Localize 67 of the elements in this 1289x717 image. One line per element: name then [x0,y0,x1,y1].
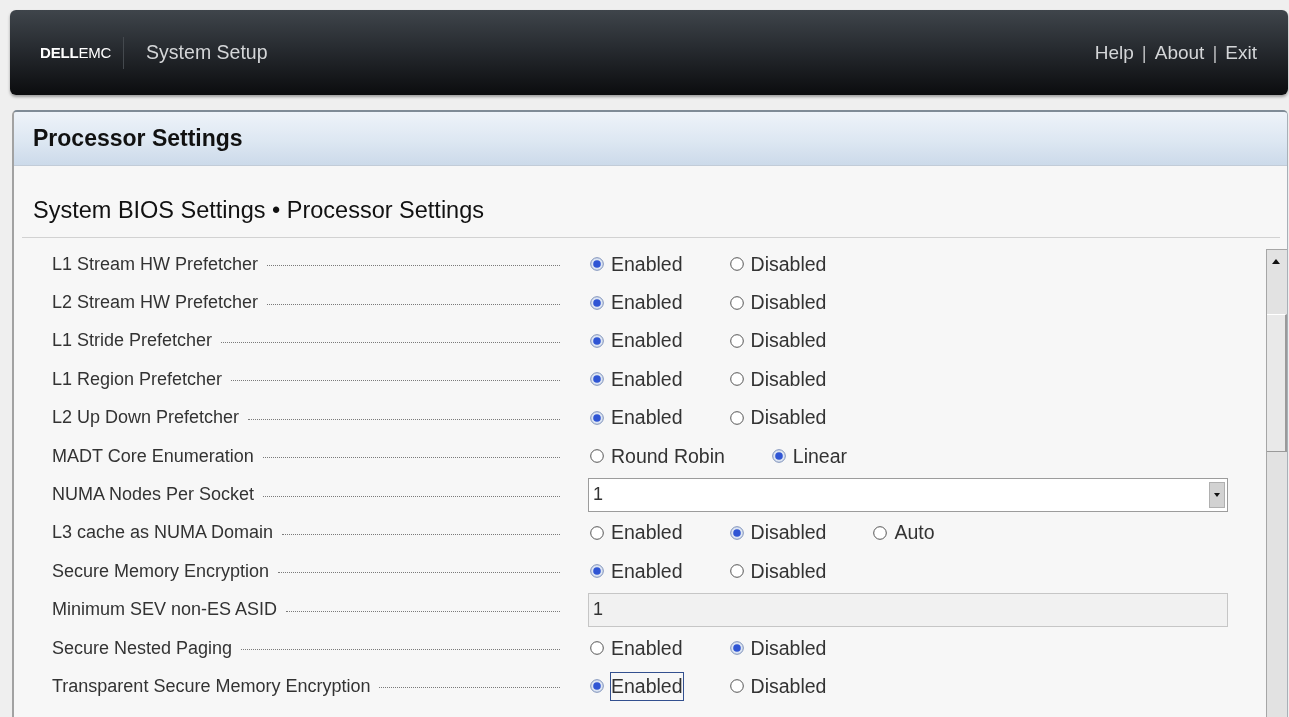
radio-button[interactable] [590,525,604,540]
setting-label: L3 cache as NUMA Domain [52,522,274,544]
option-label[interactable]: Round Robin [610,441,726,471]
option-label[interactable]: Auto [893,518,936,548]
app-title: System Setup [146,41,268,64]
option-label[interactable]: Enabled [610,518,684,548]
option-label[interactable]: Disabled [749,633,828,663]
dropdown[interactable]: 1 [588,477,1228,512]
setting-label: L1 Region Prefetcher [52,368,223,390]
page-title: Processor Settings [33,125,243,152]
radio-button[interactable] [590,564,604,579]
radio-button[interactable] [590,410,604,425]
radio-button[interactable] [590,679,604,694]
option-label[interactable]: Disabled [749,556,828,586]
radio-button[interactable] [729,564,744,579]
setting-label: Secure Nested Paging [52,637,233,659]
setting-label: Secure Memory Encryption [52,560,270,582]
radio-button[interactable] [729,525,744,540]
radio-button[interactable] [729,257,744,272]
setting-label: NUMA Nodes Per Socket [52,484,255,506]
dropdown-caret-icon[interactable] [1209,481,1225,508]
radio-button[interactable] [729,410,744,425]
radio-button[interactable] [771,449,786,464]
radio-button[interactable] [729,295,744,310]
option-label[interactable]: Enabled [610,249,684,279]
header-link[interactable]: Exit [1225,41,1257,64]
radio-button[interactable] [729,333,744,348]
radio-button[interactable] [590,449,604,464]
setting-label: Transparent Secure Memory Encryption [52,676,371,697]
link-separator: | [1141,41,1147,64]
scrollbar-thumb[interactable] [1267,314,1287,452]
header-link[interactable]: About [1154,41,1205,64]
option-label[interactable]: Disabled [749,518,828,548]
option-label[interactable]: Enabled [610,672,684,701]
setting-label: Minimum SEV non-ES ASID [52,599,278,621]
option-label[interactable]: Linear [791,441,849,471]
link-separator: | [1212,41,1218,64]
logo: DELLEMC [40,44,112,61]
option-label[interactable]: Enabled [610,364,684,394]
radio-button[interactable] [873,525,888,540]
option-label[interactable]: Disabled [749,364,828,394]
radio-button[interactable] [590,372,604,387]
option-label[interactable]: Disabled [749,288,828,318]
option-label[interactable]: Disabled [749,249,828,279]
setting-label: L1 Stride Prefetcher [52,330,213,352]
option-label[interactable]: Enabled [610,326,684,356]
header-link[interactable]: Help [1094,41,1134,64]
radio-button[interactable] [590,257,604,272]
option-label[interactable]: Disabled [749,403,828,433]
radio-button[interactable] [590,333,604,348]
radio-button[interactable] [729,679,744,694]
radio-button[interactable] [729,372,744,387]
setting-label: MADT Core Enumeration [52,445,254,467]
scrollbar[interactable] [1266,249,1287,717]
setting-label: L2 Stream HW Prefetcher [52,292,259,314]
option-label[interactable]: Enabled [610,288,684,318]
radio-button[interactable] [590,295,604,310]
radio-button[interactable] [590,641,604,656]
breadcrumb: System BIOS Settings • Processor Settings [33,196,484,224]
option-label[interactable]: Enabled [610,556,684,586]
option-label[interactable]: Disabled [749,326,828,356]
radio-button[interactable] [729,641,744,656]
option-label[interactable]: Enabled [610,403,684,433]
setting-label: L2 Up Down Prefetcher [52,407,240,429]
setting-label: L1 Stream HW Prefetcher [52,253,259,275]
option-label[interactable]: Enabled [610,633,684,663]
option-label[interactable]: Disabled [749,672,828,701]
